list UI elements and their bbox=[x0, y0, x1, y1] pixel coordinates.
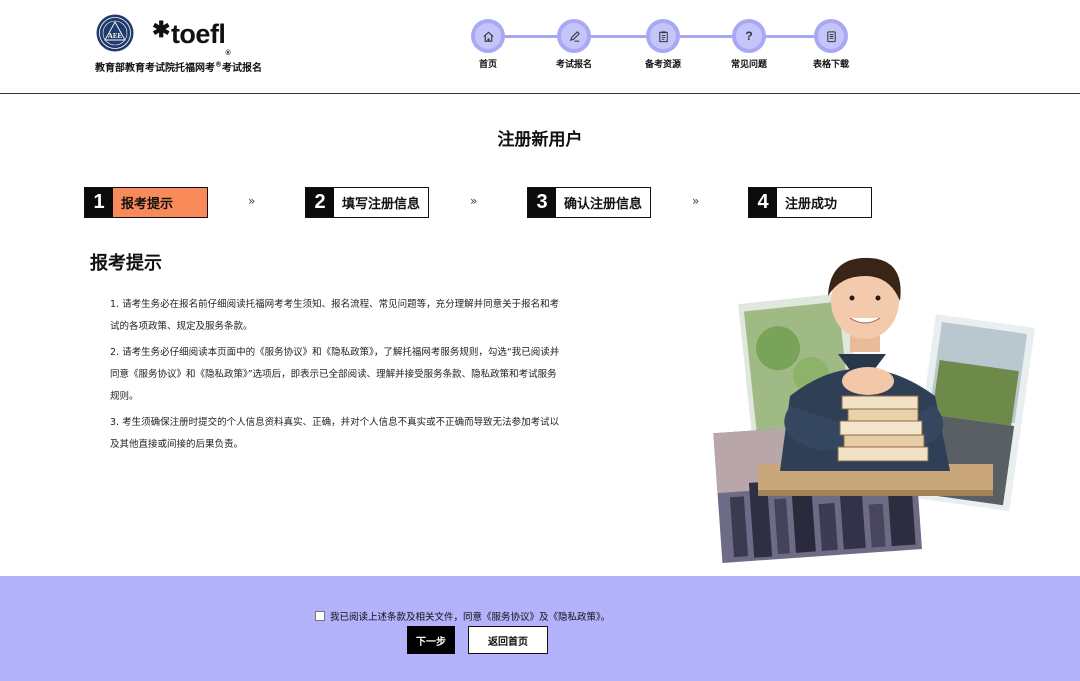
note-item: 2. 请考生务必仔细阅读本页面中的《服务协议》和《隐私政策》，了解托福网考服务规… bbox=[110, 347, 560, 402]
nav-item-label: 考试报名 bbox=[555, 60, 592, 70]
site-header: AEE ✱toefl® 教育部教育考试院托福网考®考试报名 首页 考试报名 备考… bbox=[0, 0, 1080, 94]
question-icon: ? bbox=[745, 29, 753, 43]
toefl-logo-text: toefl bbox=[170, 19, 226, 49]
agreement-checkbox[interactable] bbox=[315, 611, 325, 621]
nav-item-prep-resources[interactable]: 备考资源 bbox=[623, 19, 703, 70]
student-photo-collage bbox=[713, 257, 1036, 563]
page-title: 注册新用户 bbox=[497, 130, 583, 150]
pencil-edit-icon bbox=[569, 30, 580, 42]
nav-item-home[interactable]: 首页 bbox=[448, 19, 528, 70]
section-title: 报考提示 bbox=[90, 253, 162, 274]
step-label: 填写注册信息 bbox=[342, 197, 421, 212]
step-label: 注册成功 bbox=[785, 197, 838, 212]
step-number: 1 bbox=[85, 188, 113, 217]
aee-logo-text: AEE bbox=[108, 32, 123, 40]
registration-notes: 1. 请考生务必在报名前仔细阅读托福网考考生须知、报名流程、常见问题等，充分理解… bbox=[110, 294, 562, 460]
note-item: 3. 考生须确保注册时提交的个人信息资料真实、正确，并对个人信息不真实或不正确而… bbox=[110, 417, 560, 450]
nav-item-exam-registration[interactable]: 考试报名 bbox=[534, 19, 614, 70]
aee-logo[interactable]: AEE bbox=[96, 14, 134, 52]
step-2: 2 填写注册信息 bbox=[305, 187, 429, 218]
step-number: 2 bbox=[306, 188, 334, 217]
step-number: 3 bbox=[528, 188, 556, 217]
home-icon bbox=[482, 31, 494, 42]
step-4: 4 注册成功 bbox=[748, 187, 872, 218]
agreement-row: 我已阅读上述条款及相关文件，同意《服务协议》及《隐私政策》。 bbox=[315, 609, 610, 623]
step-separator-icon: » bbox=[470, 194, 478, 208]
nav-item-form-download[interactable]: 表格下载 bbox=[791, 19, 871, 70]
footer-action-bar: 我已阅读上述条款及相关文件，同意《服务协议》及《隐私政策》。 下一步 返回首页 bbox=[0, 576, 1080, 681]
nav-item-faq[interactable]: ? 常见问题 bbox=[709, 19, 789, 70]
back-home-button[interactable]: 返回首页 bbox=[468, 626, 548, 654]
step-separator-icon: » bbox=[692, 194, 700, 208]
toefl-logo[interactable]: ✱toefl® bbox=[152, 17, 231, 57]
step-3: 3 确认注册信息 bbox=[527, 187, 651, 218]
agreement-text: 我已阅读上述条款及相关文件，同意《服务协议》及《隐私政策》。 bbox=[330, 612, 611, 623]
clipboard-icon bbox=[658, 30, 668, 42]
step-number: 4 bbox=[749, 188, 777, 217]
step-1: 1 报考提示 bbox=[84, 187, 208, 218]
document-icon bbox=[826, 30, 836, 42]
nav-item-label: 表格下载 bbox=[812, 60, 849, 70]
next-step-button[interactable]: 下一步 bbox=[407, 626, 455, 654]
step-label: 报考提示 bbox=[121, 197, 174, 212]
org-name: 教育部教育考试院托福网考®考试报名 bbox=[95, 60, 262, 74]
nav-item-label: 备考资源 bbox=[644, 60, 681, 70]
nav-item-label: 常见问题 bbox=[730, 60, 767, 70]
nav-item-label: 首页 bbox=[478, 60, 497, 70]
note-item: 1. 请考生务必在报名前仔细阅读托福网考考生须知、报名流程、常见问题等，充分理解… bbox=[110, 299, 560, 332]
step-separator-icon: » bbox=[248, 194, 256, 208]
step-label: 确认注册信息 bbox=[564, 197, 643, 212]
